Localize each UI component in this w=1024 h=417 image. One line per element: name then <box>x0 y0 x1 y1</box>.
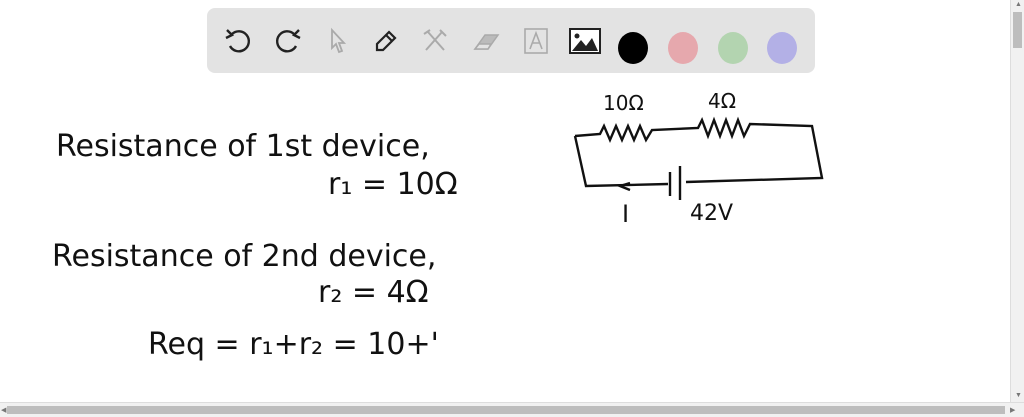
scroll-down-icon[interactable]: ▼ <box>1015 392 1022 399</box>
vertical-scrollbar[interactable]: ▲ ▼ <box>1010 0 1024 402</box>
horizontal-scrollbar[interactable]: ◀ ▶ <box>0 402 1024 417</box>
label-voltage: 42V <box>690 201 733 226</box>
text-req-equation: Req = r₁+r₂ = 10+' <box>148 327 439 362</box>
scroll-left-icon[interactable]: ◀ <box>1 406 6 414</box>
label-r2: 4Ω <box>708 89 736 113</box>
circuit-diagram <box>573 116 824 200</box>
text-r1-value: r₁ = 10Ω <box>328 167 458 202</box>
scroll-right-icon[interactable]: ▶ <box>1010 406 1015 414</box>
scroll-up-icon[interactable]: ▲ <box>1015 1 1022 8</box>
label-r1: 10Ω <box>603 91 644 115</box>
label-current: I <box>622 200 629 228</box>
text-resistance-2: Resistance of 2nd device, <box>52 239 436 274</box>
text-resistance-1: Resistance of 1st device, <box>56 129 430 164</box>
whiteboard-canvas[interactable]: Resistance of 1st device, r₁ = 10Ω Resis… <box>0 0 1010 402</box>
vertical-scroll-thumb[interactable] <box>1013 12 1022 48</box>
text-r2-value: r₂ = 4Ω <box>318 275 429 310</box>
horizontal-scroll-thumb[interactable] <box>7 406 1005 414</box>
